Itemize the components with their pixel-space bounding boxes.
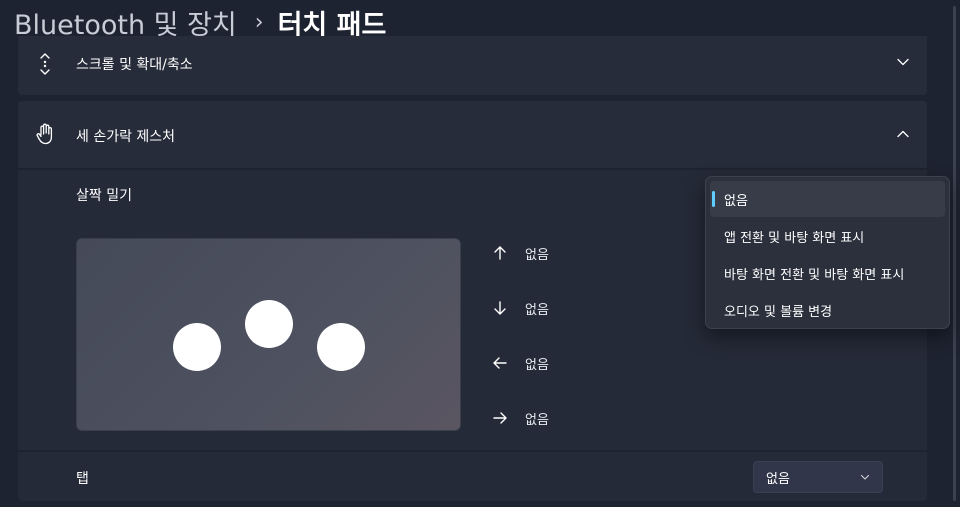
scroll-updown-icon xyxy=(34,53,56,75)
dropdown-option-none[interactable]: 없음 xyxy=(710,181,945,217)
arrow-right-icon xyxy=(490,408,510,428)
swipe-down-value: 없음 xyxy=(525,302,549,318)
swipe-down-row[interactable]: 없음 xyxy=(490,298,549,318)
arrow-down-icon xyxy=(490,298,510,318)
swipe-up-dropdown[interactable]: 없음 앱 전환 및 바탕 화면 표시 바탕 화면 전환 및 바탕 화면 표시 오… xyxy=(705,176,950,329)
chevron-down-icon[interactable] xyxy=(895,54,911,70)
swipe-title: 살짝 밀기 xyxy=(76,188,132,204)
finger-left xyxy=(173,323,221,371)
chevron-down-icon xyxy=(860,471,870,486)
touchpad-illustration xyxy=(76,238,461,431)
tap-row: 탭 없음 xyxy=(18,452,927,501)
tap-select-value: 없음 xyxy=(766,471,790,487)
three-finger-label: 세 손가락 제스처 xyxy=(76,129,176,145)
swipe-up-value: 없음 xyxy=(525,247,549,263)
tap-select[interactable]: 없음 xyxy=(753,461,883,493)
dropdown-option-label: 없음 xyxy=(724,193,748,209)
dropdown-option-switch-desktops[interactable]: 바탕 화면 전환 및 바탕 화면 표시 xyxy=(710,255,945,291)
dropdown-option-switch-apps[interactable]: 앱 전환 및 바탕 화면 표시 xyxy=(710,218,945,254)
swipe-right-value: 없음 xyxy=(525,412,549,428)
swipe-right-row[interactable]: 없음 xyxy=(490,408,549,428)
scrollbar-thumb[interactable] xyxy=(953,6,956,501)
dropdown-option-label: 앱 전환 및 바탕 화면 표시 xyxy=(724,230,865,246)
arrow-up-icon xyxy=(490,243,510,263)
chevron-up-icon[interactable] xyxy=(895,126,911,142)
finger-middle xyxy=(245,300,293,348)
breadcrumb-separator: › xyxy=(254,9,264,35)
three-finger-gestures-section[interactable]: 세 손가락 제스처 xyxy=(18,101,927,168)
dropdown-option-label: 오디오 및 볼륨 변경 xyxy=(724,304,833,320)
dropdown-option-audio-volume[interactable]: 오디오 및 볼륨 변경 xyxy=(710,292,945,328)
swipe-left-row[interactable]: 없음 xyxy=(490,353,549,373)
scroll-zoom-section[interactable]: 스크롤 및 확대/축소 xyxy=(18,36,927,95)
tap-label: 탭 xyxy=(76,471,89,487)
hand-icon xyxy=(34,123,56,145)
arrow-left-icon xyxy=(490,353,510,373)
finger-right xyxy=(317,323,365,371)
swipe-left-value: 없음 xyxy=(525,357,549,373)
swipe-up-row[interactable]: 없음 xyxy=(490,243,549,263)
dropdown-option-label: 바탕 화면 전환 및 바탕 화면 표시 xyxy=(724,267,905,283)
scroll-zoom-label: 스크롤 및 확대/축소 xyxy=(76,57,193,73)
